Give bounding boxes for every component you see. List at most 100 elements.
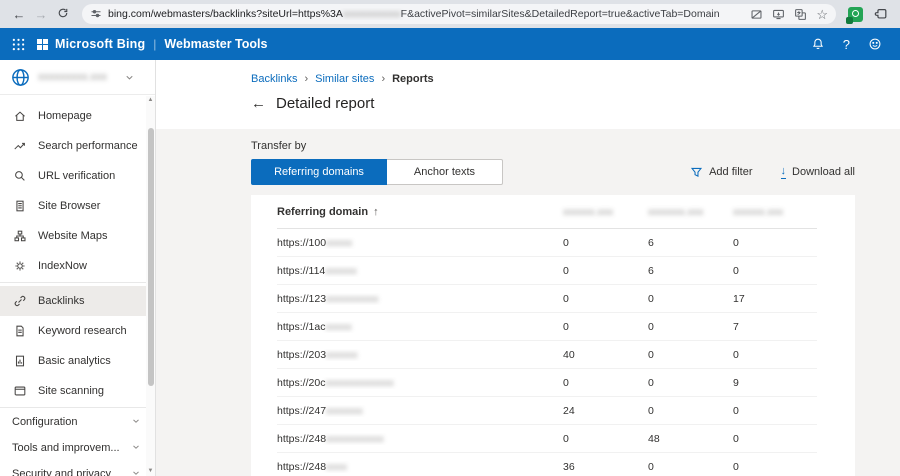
scrollbar-thumb[interactable] — [148, 128, 154, 386]
column-header-site-2[interactable]: xxxxxxx.xxx — [648, 206, 733, 218]
product-title[interactable]: Webmaster Tools — [164, 37, 267, 51]
sidebar-item-basic-analytics[interactable]: Basic analytics — [0, 346, 155, 376]
scrollbar-up-icon[interactable]: ▲ — [146, 96, 155, 105]
download-icon: ↓ — [781, 166, 787, 179]
green-extension-dot — [852, 10, 859, 17]
referring-domain-link[interactable]: https://20cxxxxxxxxxxxxx — [277, 377, 563, 389]
url-prefix: bing.com/webmasters/backlinks?siteUrl=ht… — [108, 8, 343, 20]
url-redacted: xxxxxxxxxxx — [343, 8, 401, 20]
sidebar-item-label: Basic analytics — [38, 355, 111, 367]
sidebar-item-indexnow[interactable]: IndexNow — [0, 251, 155, 281]
sidebar-item-label: Backlinks — [38, 295, 84, 307]
referring-domain-link[interactable]: https://248xxxx — [277, 461, 563, 473]
sidebar-scrollbar[interactable]: ▲ ▼ — [146, 96, 155, 476]
cell-value: 0 — [563, 293, 648, 305]
green-extension-icon[interactable] — [848, 7, 863, 22]
sidebar-item-search-performance[interactable]: Search performance — [0, 131, 155, 161]
cell-value: 0 — [563, 237, 648, 249]
column-header-referring-domain[interactable]: Referring domain ↑ — [277, 206, 563, 218]
referring-domain-link[interactable]: https://248xxxxxxxxxxx — [277, 433, 563, 445]
waffle-menu-icon[interactable] — [12, 38, 25, 51]
sidebar-item-keyword-research[interactable]: Keyword research — [0, 316, 155, 346]
download-all-button[interactable]: ↓ Download all — [781, 166, 855, 179]
bookmark-star-icon[interactable]: ☆ — [816, 8, 828, 21]
url-prefix: https://123 — [277, 293, 326, 305]
column-header-site-1[interactable]: xxxxxx.xxx — [563, 206, 648, 218]
microsoft-logo — [37, 39, 48, 50]
url-redacted: xxxxxxxxxxx — [326, 433, 384, 445]
url-redacted: xxxxxx — [325, 265, 357, 277]
browser-back-icon[interactable]: ← — [8, 7, 30, 22]
main-area: xxxxxxxxx.xxx Homepage Search performanc… — [0, 60, 900, 476]
tab-anchor-texts[interactable]: Anchor texts — [387, 159, 503, 185]
help-icon[interactable]: ? — [843, 37, 850, 52]
table-row: https://248xxxxxxxxxxx 0 48 0 — [277, 425, 817, 453]
image-blocked-icon[interactable] — [750, 8, 763, 21]
translate-icon[interactable] — [794, 8, 807, 21]
cell-value: 0 — [648, 293, 733, 305]
referring-domain-link[interactable]: https://100xxxxx — [277, 237, 563, 249]
cell-value: 0 — [648, 377, 733, 389]
add-filter-label: Add filter — [709, 166, 752, 178]
cell-value: 6 — [648, 237, 733, 249]
url-prefix: https://247 — [277, 405, 326, 417]
sidebar-item-homepage[interactable]: Homepage — [0, 101, 155, 131]
referring-domain-link[interactable]: https://123xxxxxxxxxx — [277, 293, 563, 305]
redacted-column-label: xxxxxx.xxx — [563, 206, 613, 218]
tab-referring-domains[interactable]: Referring domains — [251, 159, 387, 185]
url-redacted: xxxxx — [325, 321, 351, 333]
brand-title: Microsoft Bing — [55, 37, 145, 51]
sidebar-item-label: Website Maps — [38, 230, 108, 242]
cell-value: 0 — [563, 321, 648, 333]
feedback-smiley-icon[interactable] — [868, 37, 882, 51]
cell-value: 0 — [733, 405, 818, 417]
cell-value: 36 — [563, 461, 648, 473]
sidebar-group-security-privacy[interactable]: Security and privacy — [0, 461, 155, 476]
brand-divider: | — [153, 37, 156, 51]
globe-icon — [10, 67, 31, 88]
url-text[interactable]: bing.com/webmasters/backlinks?siteUrl=ht… — [108, 8, 742, 20]
sidebar-item-label: Site scanning — [38, 385, 104, 397]
sidebar-group-tools-improvements[interactable]: Tools and improvem... — [0, 435, 155, 461]
referring-domain-link[interactable]: https://247xxxxxxx — [277, 405, 563, 417]
install-app-icon[interactable] — [772, 8, 785, 21]
sidebar-item-website-maps[interactable]: Website Maps — [0, 221, 155, 251]
cell-value: 48 — [648, 433, 733, 445]
content-area: Backlinks › Similar sites › Reports ← De… — [156, 60, 900, 476]
green-extension-badge — [846, 17, 853, 24]
sidebar-item-backlinks[interactable]: Backlinks — [0, 286, 155, 316]
extensions-puzzle-icon[interactable] — [874, 7, 888, 21]
back-arrow-icon[interactable]: ← — [251, 95, 266, 112]
sidebar-item-site-scanning[interactable]: Site scanning — [0, 376, 155, 406]
breadcrumb-current: Reports — [392, 73, 434, 85]
cell-value: 24 — [563, 405, 648, 417]
breadcrumb-backlinks-link[interactable]: Backlinks — [251, 73, 297, 85]
sidebar: xxxxxxxxx.xxx Homepage Search performanc… — [0, 60, 156, 476]
sidebar-item-url-verification[interactable]: URL verification — [0, 161, 155, 191]
redacted-column-label: xxxxxx.xxx — [733, 206, 783, 218]
site-info-icon[interactable] — [90, 8, 102, 20]
sidebar-divider — [0, 407, 155, 408]
sidebar-group-label: Tools and improvem... — [12, 442, 120, 454]
site-selector[interactable]: xxxxxxxxx.xxx — [0, 60, 155, 95]
browser-forward-icon[interactable]: → — [30, 7, 52, 22]
sidebar-group-configuration[interactable]: Configuration — [0, 409, 155, 435]
scrollbar-down-icon[interactable]: ▼ — [146, 467, 155, 476]
chevron-down-icon — [131, 413, 141, 431]
link-icon — [12, 294, 28, 308]
url-suffix: F&activePivot=similarSites&DetailedRepor… — [401, 8, 720, 20]
notifications-bell-icon[interactable] — [811, 37, 825, 51]
browser-refresh-icon[interactable] — [52, 7, 74, 22]
address-bar[interactable]: bing.com/webmasters/backlinks?siteUrl=ht… — [82, 4, 836, 24]
referring-domain-link[interactable]: https://1acxxxxx — [277, 321, 563, 333]
url-prefix: https://1ac — [277, 321, 325, 333]
table-row: https://20cxxxxxxxxxxxxx 0 0 9 — [277, 369, 817, 397]
referring-domain-link[interactable]: https://203xxxxxx — [277, 349, 563, 361]
column-header-site-3[interactable]: xxxxxx.xxx — [733, 206, 818, 218]
browser-window-icon — [12, 384, 28, 398]
add-filter-button[interactable]: Add filter — [690, 166, 752, 179]
sidebar-item-site-browser[interactable]: Site Browser — [0, 191, 155, 221]
breadcrumb-similar-sites-link[interactable]: Similar sites — [315, 73, 374, 85]
sitemap-icon — [12, 229, 28, 243]
referring-domain-link[interactable]: https://114xxxxxx — [277, 265, 563, 277]
